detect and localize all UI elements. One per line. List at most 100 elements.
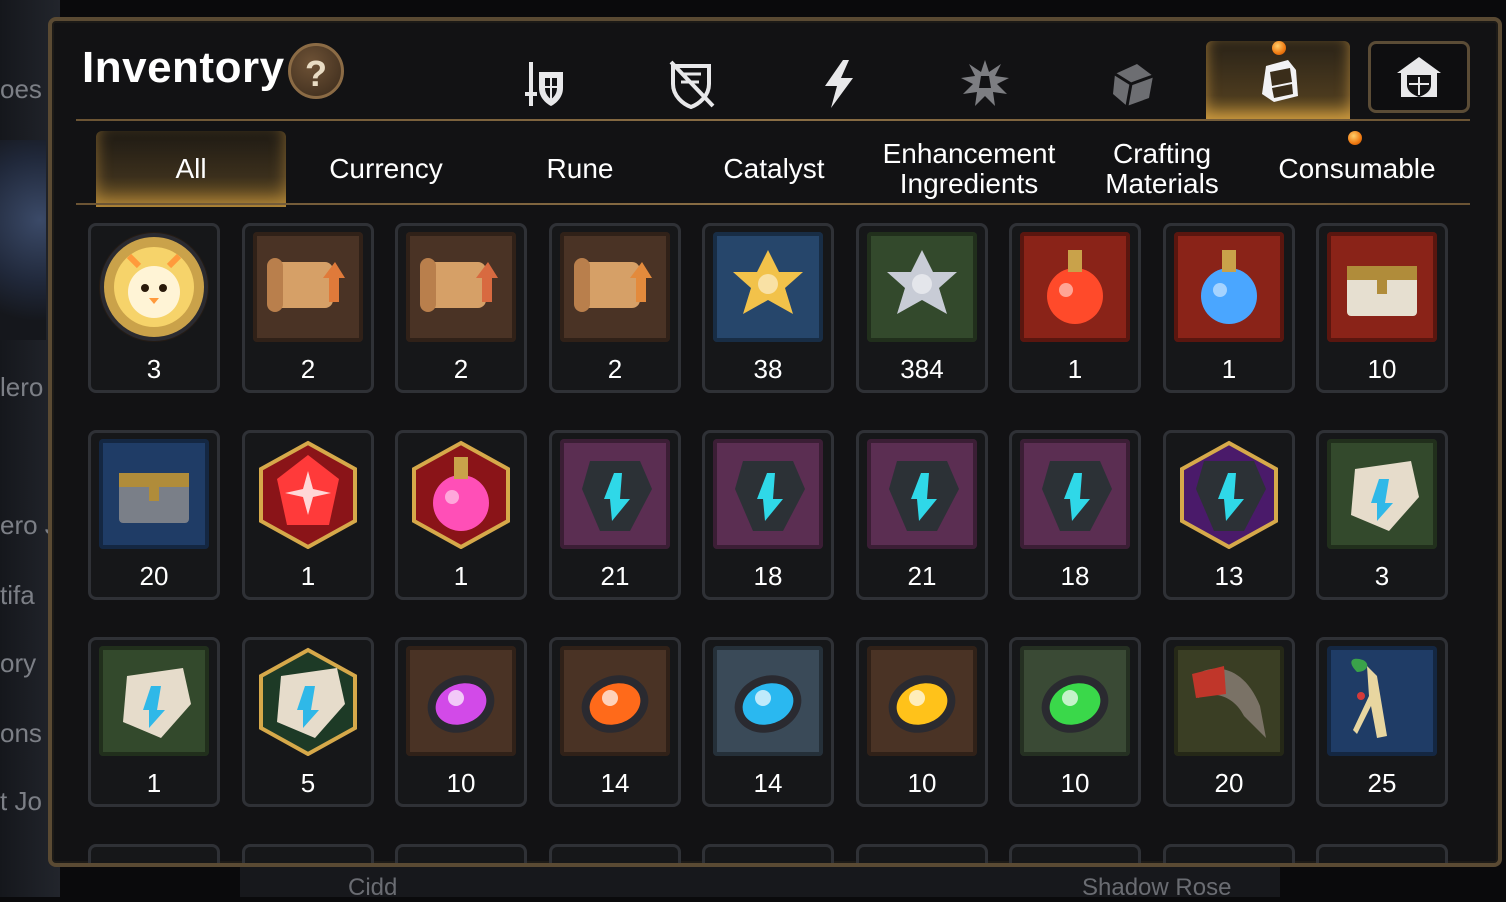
help-button[interactable]: ? (288, 43, 344, 99)
item-slot[interactable]: 2 (242, 223, 374, 393)
notification-dot (1272, 41, 1286, 55)
tab-cube[interactable] (1098, 49, 1168, 119)
item-slot[interactable]: 1 (88, 637, 220, 807)
scroll-fire-icon (253, 232, 363, 342)
item-slot[interactable]: 18 (702, 430, 834, 600)
item-slot[interactable]: 13 (1163, 430, 1295, 600)
phoenix-token-icon (99, 232, 209, 342)
category-tab-crafting-materials[interactable]: Crafting Materials (1068, 131, 1256, 207)
panel-corner (1484, 21, 1498, 35)
item-count: 38 (753, 354, 783, 384)
item-count: 14 (753, 768, 783, 798)
tab-sword-shield[interactable] (510, 49, 580, 119)
item-slot[interactable]: 38 (702, 223, 834, 393)
item-slot[interactable]: 25 (1316, 637, 1448, 807)
inventory-panel: Inventory ? All Currency Rune Catalyst E… (48, 17, 1502, 867)
item-count: 1 (1067, 354, 1083, 384)
background-text: lero (0, 372, 44, 402)
star-potion-icon (1174, 232, 1284, 342)
item-slot[interactable]: 1 (1009, 223, 1141, 393)
red-claw-icon (1174, 646, 1284, 756)
category-tab-enhancement-ingredients[interactable]: Enhancement Ingredients (874, 131, 1064, 207)
item-slot[interactable]: 20 (1163, 637, 1295, 807)
item-slot-partial[interactable] (1316, 844, 1448, 863)
item-slot[interactable]: 10 (1316, 223, 1448, 393)
item-count: 10 (907, 768, 937, 798)
item-count: 1 (453, 561, 469, 591)
burst-gear-icon (961, 60, 1009, 106)
scroll-gold-icon (560, 232, 670, 342)
item-slot-partial[interactable] (1163, 844, 1295, 863)
orange-orb-icon (560, 646, 670, 756)
page-title: Inventory (82, 43, 285, 92)
dark-chest-icon (99, 439, 209, 549)
background-text: t Jo (0, 786, 42, 816)
notification-dot (1348, 131, 1362, 145)
item-slot[interactable]: 10 (1009, 637, 1141, 807)
guild-house-icon (1397, 57, 1441, 97)
lightning-icon (825, 60, 853, 108)
panel-corner (1484, 849, 1498, 863)
ginseng-root-icon (1327, 646, 1437, 756)
rune-stone-sword-icon (560, 439, 670, 549)
item-slot[interactable]: 1 (1163, 223, 1295, 393)
item-slot-partial[interactable] (395, 844, 527, 863)
item-slot[interactable]: 21 (549, 430, 681, 600)
item-count: 14 (600, 768, 630, 798)
tab-guild-house[interactable] (1368, 41, 1470, 113)
rune-stone-boot-icon (1020, 439, 1130, 549)
item-count: 10 (1060, 768, 1090, 798)
item-slot[interactable]: 1 (242, 430, 374, 600)
item-slot[interactable]: 5 (242, 637, 374, 807)
item-count: 10 (1367, 354, 1397, 384)
background-text: ons (0, 718, 42, 748)
item-slot[interactable]: 10 (395, 637, 527, 807)
item-count: 10 (446, 768, 476, 798)
tab-lightning[interactable] (804, 49, 874, 119)
item-slot[interactable]: 10 (856, 637, 988, 807)
tab-burst-gear[interactable] (950, 49, 1020, 119)
backpack-icon (1262, 60, 1298, 102)
item-slot[interactable]: 384 (856, 223, 988, 393)
item-count: 2 (607, 354, 623, 384)
panel-corner (52, 849, 66, 863)
category-tab-catalyst[interactable]: Catalyst (680, 131, 868, 207)
sword-shield-icon (525, 62, 563, 106)
panel-corner (52, 21, 66, 35)
item-slot-partial[interactable] (702, 844, 834, 863)
item-slot[interactable]: 2 (549, 223, 681, 393)
gold-flower-icon (713, 232, 823, 342)
background-text: tifa (0, 580, 35, 610)
item-count: 1 (146, 768, 162, 798)
item-slot[interactable]: 14 (549, 637, 681, 807)
item-slot-partial[interactable] (1009, 844, 1141, 863)
item-slot-partial[interactable] (549, 844, 681, 863)
item-count: 3 (1374, 561, 1390, 591)
category-tab-all[interactable]: All (96, 131, 286, 207)
item-slot[interactable]: 2 (395, 223, 527, 393)
rune-stone-swirl-icon (713, 439, 823, 549)
item-count: 25 (1367, 768, 1397, 798)
item-slot[interactable]: 20 (88, 430, 220, 600)
red-potion-icon (1020, 232, 1130, 342)
green-orb-icon (1020, 646, 1130, 756)
item-slot[interactable]: 1 (395, 430, 527, 600)
item-slot[interactable]: 14 (702, 637, 834, 807)
item-count: 2 (453, 354, 469, 384)
tab-broken-shield[interactable] (656, 49, 726, 119)
item-slot-partial[interactable] (88, 844, 220, 863)
item-slot-partial[interactable] (856, 844, 988, 863)
header-divider (76, 119, 1470, 121)
category-tab-currency[interactable]: Currency (292, 131, 480, 207)
bone-stone-sword-icon (1327, 439, 1437, 549)
item-count: 5 (300, 768, 316, 798)
item-slot[interactable]: 18 (1009, 430, 1141, 600)
category-tab-rune[interactable]: Rune (486, 131, 674, 207)
item-slot-partial[interactable] (242, 844, 374, 863)
item-count: 20 (1214, 768, 1244, 798)
item-slot[interactable]: 3 (88, 223, 220, 393)
item-slot[interactable]: 3 (1316, 430, 1448, 600)
item-slot[interactable]: 21 (856, 430, 988, 600)
item-count: 2 (300, 354, 316, 384)
purple-orb-icon (406, 646, 516, 756)
